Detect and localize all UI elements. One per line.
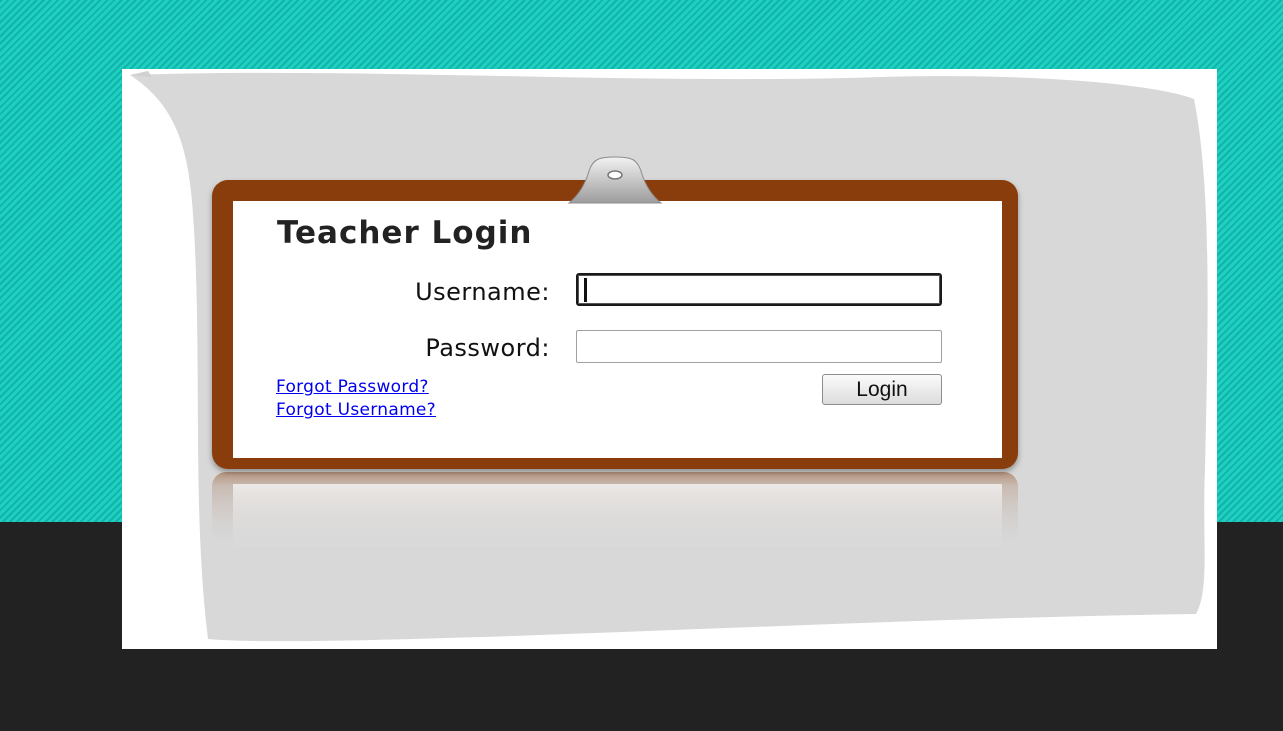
username-input[interactable] — [576, 273, 942, 306]
username-label: Username: — [415, 278, 550, 306]
clip-body — [567, 156, 663, 204]
login-button[interactable]: Login — [822, 374, 942, 405]
forgot-password-link[interactable]: Forgot Password? — [276, 377, 429, 397]
clipboard-clip-icon — [567, 156, 663, 204]
text-cursor — [584, 278, 587, 302]
page-title: Teacher Login — [277, 215, 533, 251]
clipboard-reflection — [212, 472, 1018, 567]
password-label: Password: — [425, 334, 550, 362]
reflection-sheet — [233, 484, 1002, 567]
forgot-username-link[interactable]: Forgot Username? — [276, 400, 436, 420]
clip-hole — [607, 170, 623, 180]
password-input[interactable] — [576, 330, 942, 363]
